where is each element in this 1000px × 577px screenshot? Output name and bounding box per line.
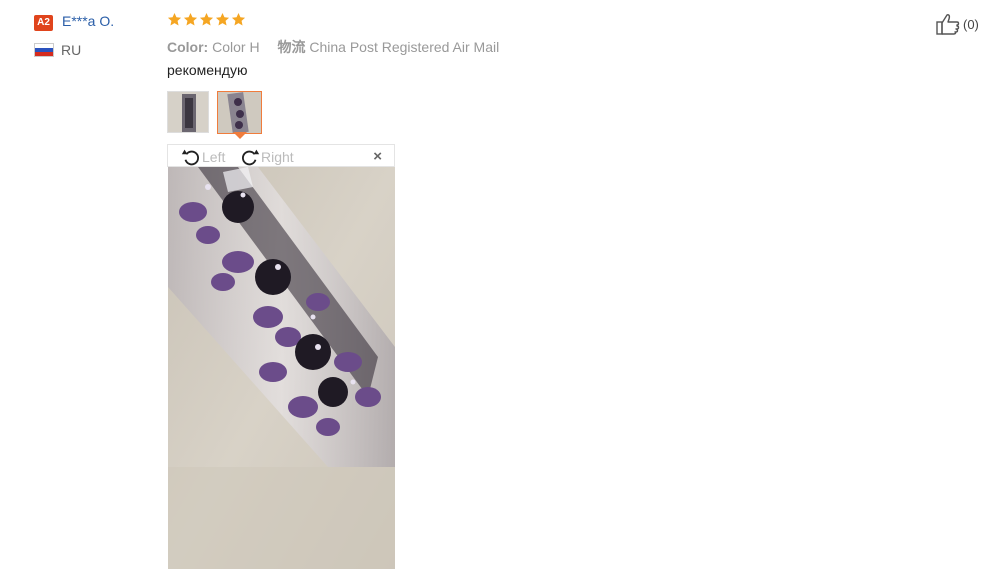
- shipping-value: China Post Registered Air Mail: [309, 39, 500, 55]
- rotate-left-label: Left: [202, 148, 226, 165]
- helpful-count: (0): [963, 16, 979, 32]
- reviewer-level-badge: A2: [34, 15, 53, 31]
- selected-thumbnail-pointer: [233, 132, 247, 139]
- star-icon: [215, 12, 230, 26]
- close-viewer-button[interactable]: ×: [373, 148, 382, 165]
- star-icon: [167, 12, 182, 26]
- rotate-right-icon: [242, 149, 260, 165]
- rotate-right-label: Right: [261, 148, 294, 165]
- rating-stars: [167, 12, 246, 27]
- helpful-button[interactable]: (0): [936, 13, 979, 35]
- review-text: рекомендую: [167, 62, 248, 78]
- rotate-right-button[interactable]: Right: [239, 145, 294, 168]
- review-photo-thumbnail-2[interactable]: [217, 91, 262, 134]
- rotate-left-button[interactable]: Left: [180, 145, 225, 168]
- star-icon: [183, 12, 198, 26]
- photo-viewer-toolbar: Left Right ×: [167, 144, 395, 167]
- review-photo-thumbnail-2-image: [218, 92, 261, 133]
- star-icon: [231, 12, 246, 26]
- order-info: Color: Color H 物流 China Post Registered …: [167, 37, 499, 57]
- rotate-left-icon: [181, 149, 199, 165]
- review-photo-thumbnail-1[interactable]: [167, 91, 209, 133]
- shipping-label: 物流: [277, 39, 306, 55]
- review-photo-thumbnail-1-image: [168, 92, 208, 132]
- color-label: Color:: [167, 39, 209, 55]
- color-value: Color H: [212, 39, 260, 55]
- thumbs-up-icon: [936, 14, 960, 35]
- star-icon: [199, 12, 214, 26]
- reviewer-country: RU: [61, 42, 82, 58]
- review-photo-large: [168, 167, 395, 569]
- review-photo-image: [168, 167, 395, 569]
- russia-flag-icon: [34, 43, 54, 57]
- reviewer-name: E***a O.: [62, 13, 115, 29]
